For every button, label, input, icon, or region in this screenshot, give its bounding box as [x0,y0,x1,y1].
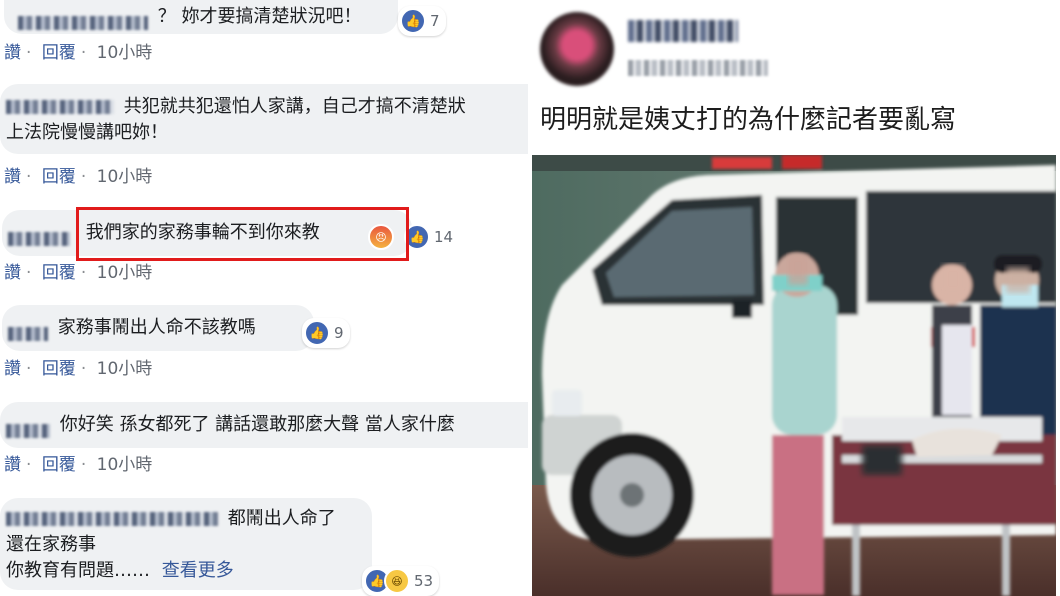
reply-link[interactable]: 回覆 [42,162,76,187]
avatar[interactable] [540,12,614,86]
comment-bubble: 你好笑 孫女都死了 講話還敢那麼大聲 當人家什麼 [0,402,528,448]
reaction-count: 53 [414,572,434,590]
comment-bubble: 家務事鬧出人命不該教嗎 [2,305,314,351]
reaction-badge[interactable]: 👍 😆 53 [362,566,440,596]
ambulance-photo [532,155,1056,596]
comment-bubble: ？ 妳才要搞清楚狀況吧！ [4,0,398,34]
commenter-name [6,512,218,526]
highlight-box [76,207,409,261]
like-icon: 👍 [304,320,330,346]
reply-link[interactable]: 回覆 [42,38,76,63]
like-icon: 👍 [400,8,426,34]
comments-panel: ？ 妳才要搞清楚狀況吧！ 👍 7 讚 · 回覆 · 10小時 共犯就共犯還怕人家講，… [0,0,528,596]
timestamp[interactable]: 10小時 [97,354,153,379]
post-photo[interactable] [532,155,1056,596]
post-panel: 明明就是姨丈打的為什麼記者要亂寫 [528,0,1060,596]
reaction-badge[interactable]: 👍 9 [302,318,350,348]
comment-text: 你好笑 孫女都死了 講話還敢那麼大聲 當人家什麼 [59,414,455,435]
poster-name[interactable] [628,20,738,42]
timestamp[interactable]: 10小時 [97,162,153,187]
post-text: 明明就是姨丈打的為什麼記者要亂寫 [540,105,957,135]
timestamp[interactable]: 10小時 [97,38,153,63]
comment-actions: 讚 · 回覆 · 10小時 [4,450,152,475]
comment-text: 家務事鬧出人命不該教嗎 [57,317,256,338]
comment-text-line: 你教育有問題…… [6,560,150,581]
reply-link[interactable]: 回覆 [42,450,76,475]
reaction-badge[interactable]: 👍 7 [398,6,446,36]
comment-actions: 讚 · 回覆 · 10小時 [4,354,152,379]
timestamp[interactable]: 10小時 [97,258,153,283]
see-more-link[interactable]: 查看更多 [162,560,234,581]
comment-text-line: 上法院慢慢講吧妳！ [6,122,168,143]
comment-actions: 讚 · 回覆 · 10小時 [4,162,152,187]
commenter-name [6,424,50,438]
comment-actions: 讚 · 回覆 · 10小時 [4,258,152,283]
like-link[interactable]: 讚 [4,354,21,379]
reply-link[interactable]: 回覆 [42,354,76,379]
timestamp[interactable]: 10小時 [97,450,153,475]
commenter-name [18,16,148,30]
like-link[interactable]: 讚 [4,162,21,187]
reaction-count: 14 [434,228,454,246]
haha-icon: 😆 [384,568,410,594]
reaction-count: 7 [430,12,440,30]
commenter-name [8,327,48,341]
reaction-count: 9 [334,324,344,342]
comment-bubble: 共犯就共犯還怕人家講，自己才搞不清楚狀 上法院慢慢講吧妳！ [0,84,528,154]
comment-text: ？ 妳才要搞清楚狀況吧！ [157,6,362,27]
comment-text-line: 都鬧出人命了 [227,508,336,529]
commenter-name [6,100,114,114]
like-link[interactable]: 讚 [4,258,21,283]
reply-link[interactable]: 回覆 [42,258,76,283]
post-meta [628,60,768,76]
like-link[interactable]: 讚 [4,38,21,63]
like-link[interactable]: 讚 [4,450,21,475]
comment-text-line: 還在家務事 [6,534,96,555]
comment-actions: 讚 · 回覆 · 10小時 [4,38,152,63]
comment-bubble: 都鬧出人命了 還在家務事 你教育有問題…… 查看更多 [0,498,372,590]
commenter-name [8,232,70,246]
comment-text-line: 共犯就共犯還怕人家講，自己才搞不清楚狀 [123,96,466,117]
